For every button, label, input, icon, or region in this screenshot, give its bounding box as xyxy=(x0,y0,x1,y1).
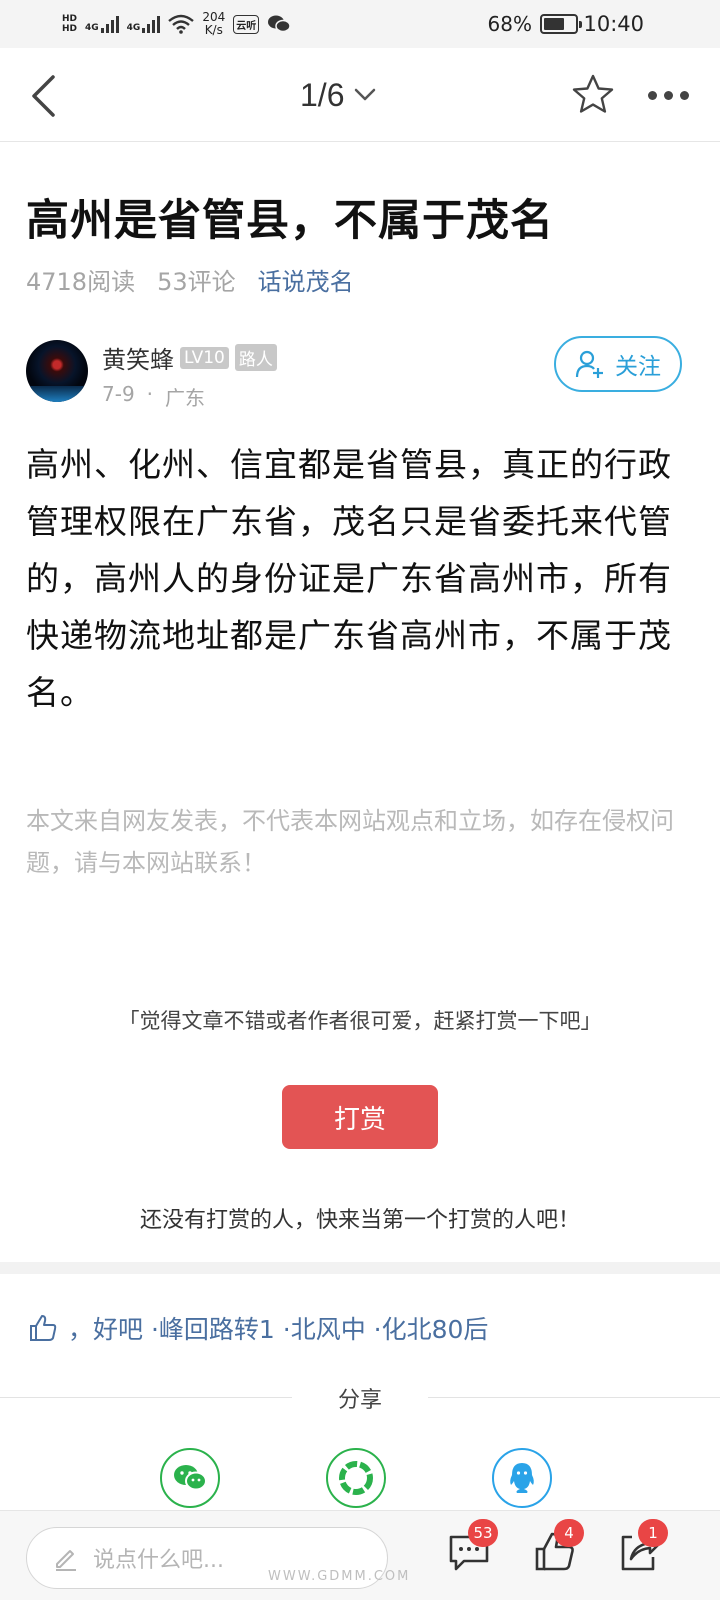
topic-link[interactable]: 话说茂名 xyxy=(258,262,354,297)
reward-empty-text: 还没有打赏的人，快来当第一个打赏的人吧！ xyxy=(139,1208,580,1233)
page-indicator-dropdown[interactable]: 1/6 xyxy=(300,72,376,118)
battery-icon xyxy=(540,14,582,34)
wifi-icon xyxy=(168,14,195,34)
moments-icon xyxy=(339,1461,373,1495)
comment-placeholder: 说点什么吧... xyxy=(93,1548,224,1573)
share-wechat-button[interactable] xyxy=(160,1448,220,1508)
disclaimer: 本文来自网友发表，不代表本网站观点和立场，如存在侵权问题，请与本网站联系！ xyxy=(26,807,674,877)
author-location: 广东 xyxy=(165,386,206,410)
reward-button[interactable]: 打赏 xyxy=(282,1085,438,1149)
battery-percent: 68% xyxy=(487,12,532,36)
more-dots-icon xyxy=(647,90,657,100)
top-nav-bar: 1/6 xyxy=(0,48,720,142)
add-user-icon xyxy=(575,350,603,378)
article-title: 高州是省管县，不属于茂名 xyxy=(26,196,554,246)
level-badge: LV10 xyxy=(180,346,229,369)
read-count: 4718阅读 xyxy=(26,268,136,296)
hd-indicator: HD HD xyxy=(62,14,78,34)
star-outline-icon xyxy=(572,74,614,113)
status-bar: HD HD 4G 4G 204 K/s 云听 68% 10:40 xyxy=(0,0,720,48)
liked-by-row: ，好吧 ·峰回路转1 ·北风中 ·化北80后 xyxy=(28,1310,488,1346)
post-date: 7-9 xyxy=(102,382,135,406)
like-button[interactable]: 4 xyxy=(532,1519,584,1579)
signal-2-icon: 4G xyxy=(127,15,161,33)
comment-count-badge: 53 xyxy=(468,1519,498,1547)
more-options-button[interactable] xyxy=(640,72,696,118)
chevron-left-icon xyxy=(32,75,55,117)
page-indicator: 1/6 xyxy=(300,76,345,113)
qq-icon xyxy=(510,1463,534,1493)
share-title: 分享 xyxy=(337,1388,382,1413)
follow-label: 关注 xyxy=(615,354,661,380)
chevron-down-icon xyxy=(355,88,376,101)
comment-count: 53评论 xyxy=(157,268,236,296)
share-options xyxy=(0,1448,720,1510)
wechat-icon xyxy=(174,1465,207,1491)
share-moments-button[interactable] xyxy=(326,1448,386,1508)
signal-1-icon: 4G xyxy=(85,15,119,33)
app-notification-icon: 云听 xyxy=(233,14,260,34)
thumbs-up-icon xyxy=(30,1315,57,1341)
author-name[interactable]: 黄笑蜂 xyxy=(102,340,174,375)
watermark: WWW.GDMM.COM xyxy=(268,1569,411,1584)
avatar[interactable] xyxy=(26,340,88,402)
bottom-action-bar: 说点什么吧... 53 4 1 WWW.GDMM.COM xyxy=(0,1510,720,1600)
reward-hint: 「觉得文章不错或者作者很可爱，赶紧打赏一下吧」 xyxy=(118,1009,602,1033)
wechat-notification-icon xyxy=(268,15,291,33)
share-header: 分享 xyxy=(0,1382,720,1413)
share-qq-button[interactable] xyxy=(492,1448,552,1508)
role-badge: 路人 xyxy=(234,344,277,371)
follow-button[interactable]: 关注 xyxy=(554,336,682,392)
meta-separator: · xyxy=(146,382,154,406)
liked-by-names[interactable]: ，好吧 ·峰回路转1 ·北风中 ·化北80后 xyxy=(68,1310,488,1346)
clock: 10:40 xyxy=(583,12,644,36)
share-button[interactable]: 1 xyxy=(616,1519,668,1579)
share-count-badge: 1 xyxy=(638,1519,668,1547)
article-meta: 4718阅读 53评论 话说茂名 xyxy=(26,262,354,297)
comments-button[interactable]: 53 xyxy=(446,1519,498,1579)
like-count-badge: 4 xyxy=(554,1519,584,1547)
author-row: 黄笑蜂 LV10 路人 7-9 · 广东 关注 xyxy=(26,336,696,410)
favorite-button[interactable] xyxy=(570,72,616,118)
pencil-icon xyxy=(56,1550,76,1571)
article-body: 高州、化州、信宜都是省管县，真正的行政管理权限在广东省，茂名只是省委托来代管的，… xyxy=(26,445,672,712)
network-speed: 204 K/s xyxy=(202,10,226,37)
section-divider xyxy=(0,1262,720,1274)
back-button[interactable] xyxy=(14,66,74,126)
